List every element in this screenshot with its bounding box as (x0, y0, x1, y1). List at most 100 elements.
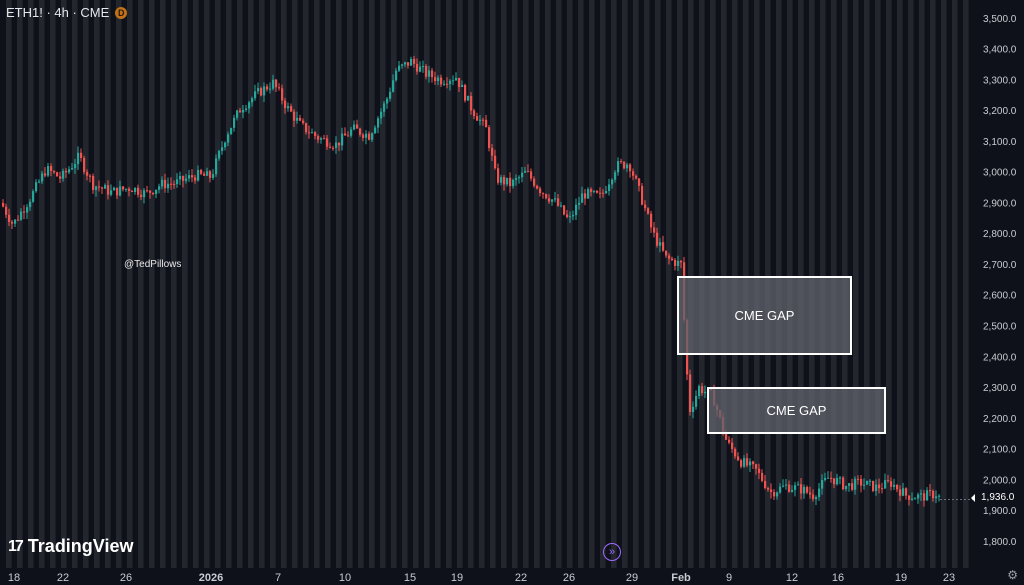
candle-body (734, 449, 737, 457)
candle-body (80, 152, 83, 158)
price-axis-tick-label: 2,500.0 (983, 322, 1017, 333)
candle-body (29, 201, 32, 208)
candle-body (137, 187, 140, 195)
candle-body (704, 391, 707, 394)
session-stripe (655, 0, 661, 568)
time-axis-tick-label: 29 (626, 572, 638, 584)
candle-body (314, 132, 317, 136)
candle-body (122, 186, 125, 190)
candle-body (182, 175, 185, 181)
session-stripe (930, 0, 936, 568)
tradingview-logo[interactable]: 17 TradingView (8, 536, 134, 557)
candle-body (500, 177, 503, 183)
price-axis-tick-label: 1,800.0 (983, 537, 1017, 548)
session-stripe (149, 0, 155, 568)
candle-body (611, 179, 614, 185)
candle-body (401, 64, 404, 66)
time-axis-tick-label: 18 (8, 572, 20, 584)
gear-icon[interactable]: ⚙ (1007, 568, 1018, 582)
candle-body (68, 169, 71, 173)
candle-body (386, 98, 389, 104)
candle-body (44, 173, 47, 176)
candle-body (335, 142, 338, 148)
symbol-title: ETH1! · 4h · CME (6, 5, 110, 20)
candle-body (737, 456, 740, 461)
candle-body (788, 484, 791, 492)
session-stripe (160, 0, 166, 568)
candle-body (146, 190, 149, 192)
candle-body (821, 480, 824, 489)
candle-body (140, 194, 143, 198)
candle-body (635, 175, 638, 179)
candle-down (872, 480, 875, 493)
time-axis-tick-label: 16 (832, 572, 844, 584)
session-stripe (952, 0, 958, 568)
candle-body (836, 478, 839, 485)
candle-body (413, 58, 416, 64)
candle-body (23, 211, 26, 213)
candle-body (797, 484, 800, 486)
candle-body (311, 132, 314, 134)
candle-body (875, 484, 878, 491)
candle-body (353, 124, 356, 130)
candle-body (305, 123, 308, 133)
candle-body (317, 135, 320, 140)
candle-body (170, 183, 173, 185)
candle-body (32, 191, 35, 202)
candle-body (62, 170, 65, 179)
candle-body (158, 186, 161, 190)
candle-body (77, 152, 80, 165)
candle-body (113, 187, 116, 191)
candle-body (590, 189, 593, 192)
time-axis-tick-label: 19 (451, 572, 463, 584)
candle-body (929, 490, 932, 492)
candle-body (152, 192, 155, 195)
candle-body (326, 138, 329, 147)
price-axis-tick-label: 3,500.0 (983, 14, 1017, 25)
candle-body (338, 142, 341, 146)
candle-body (575, 204, 578, 216)
candle-body (572, 215, 575, 217)
candle-body (350, 129, 353, 136)
candle-body (125, 188, 128, 190)
candle-body (692, 406, 695, 412)
session-stripe (336, 0, 342, 568)
session-stripe (644, 0, 650, 568)
session-stripe (292, 0, 298, 568)
session-stripe (413, 0, 419, 568)
candle-body (566, 214, 569, 218)
price-axis-tick-label: 2,700.0 (983, 260, 1017, 271)
session-stripe (314, 0, 320, 568)
candle-body (257, 88, 260, 92)
session-stripe (83, 0, 89, 568)
delayed-data-badge-icon[interactable]: D (115, 6, 128, 19)
candle-body (839, 477, 842, 479)
candle-body (296, 117, 299, 121)
candle-body (176, 179, 179, 185)
candle-body (620, 161, 623, 163)
candle-body (263, 86, 266, 96)
session-stripe (545, 0, 551, 568)
candle-body (560, 205, 563, 207)
candle-body (755, 464, 758, 469)
candle-body (422, 66, 425, 68)
candle-body (662, 242, 665, 251)
price-axis-tick-label: 3,300.0 (983, 75, 1017, 86)
candle-body (782, 485, 785, 487)
price-chart[interactable]: 1,800.0 1,900.0 2,000.0 2,100.0 2,200.0 2,300… (0, 0, 1024, 585)
candle-body (485, 119, 488, 128)
candle-up (32, 189, 35, 203)
session-stripe (61, 0, 67, 568)
candle-body (98, 186, 101, 188)
candle-body (173, 183, 176, 185)
candle-body (893, 484, 896, 487)
time-axis-tick-label: 26 (120, 572, 132, 584)
time-axis-tick-label: 12 (786, 572, 798, 584)
double-chevron-right-icon[interactable]: » (603, 543, 621, 561)
session-stripe (50, 0, 56, 568)
candle-body (509, 177, 512, 187)
candle-body (221, 147, 224, 151)
candle-body (503, 177, 506, 185)
symbol-header[interactable]: ETH1! · 4h · CME D (6, 5, 128, 20)
session-stripe (919, 0, 925, 568)
